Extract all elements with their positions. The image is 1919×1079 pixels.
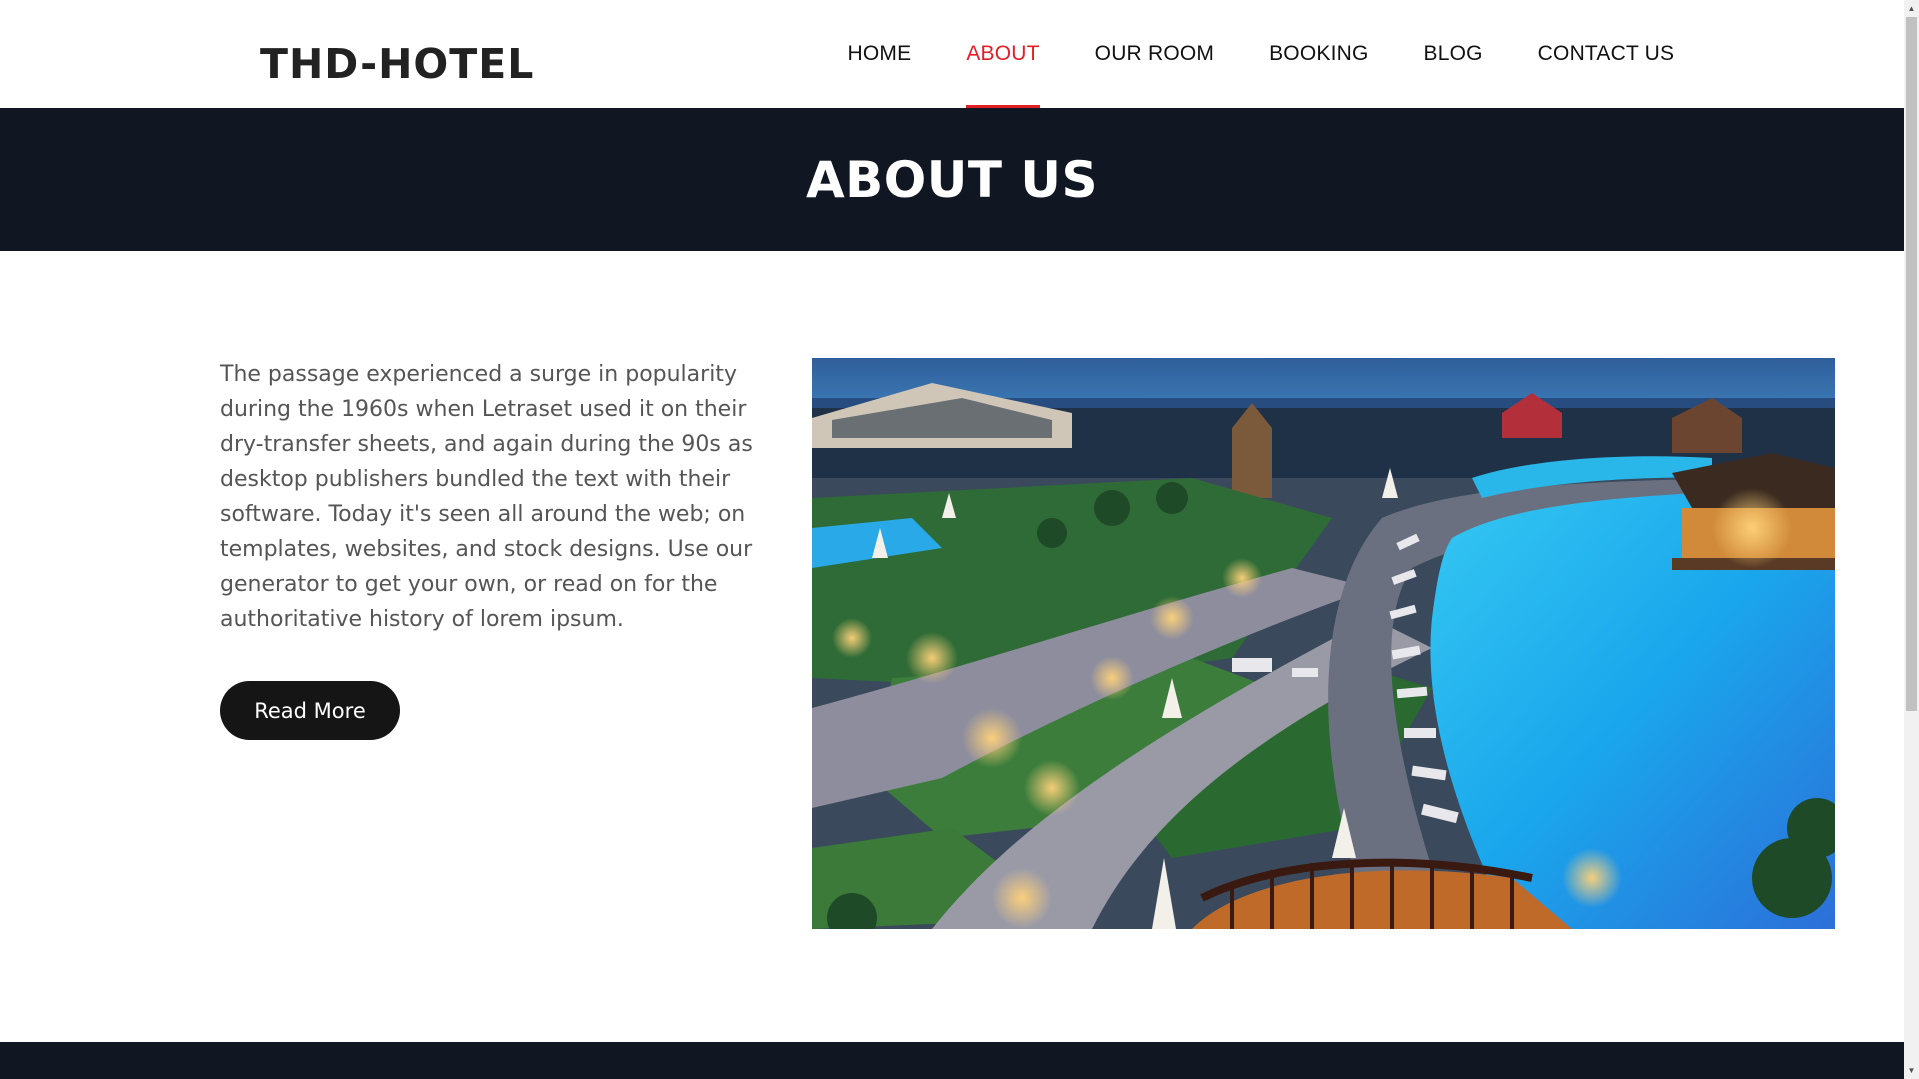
- nav-item-our-room[interactable]: OUR ROOM: [1067, 0, 1241, 108]
- nav-item-contact-us[interactable]: CONTACT US: [1510, 0, 1702, 108]
- read-more-button[interactable]: Read More: [220, 681, 400, 740]
- footer-band: [0, 1042, 1904, 1079]
- nav-item-blog[interactable]: BLOG: [1396, 0, 1510, 108]
- scroll-down-icon[interactable]: ▼: [1904, 1062, 1919, 1079]
- resort-pool-photo: [812, 358, 1835, 929]
- scroll-up-icon[interactable]: ▲: [1904, 0, 1919, 17]
- page-title: ABOUT US: [805, 150, 1099, 209]
- nav-item-home[interactable]: HOME: [820, 0, 939, 108]
- nav-item-booking[interactable]: BOOKING: [1242, 0, 1396, 108]
- scroll-thumb[interactable]: [1906, 17, 1917, 711]
- site-logo[interactable]: THD-HOTEL: [260, 40, 534, 88]
- main-nav: HOME ABOUT OUR ROOM BOOKING BLOG CONTACT…: [820, 0, 1702, 108]
- about-paragraph: The passage experienced a surge in popul…: [220, 362, 753, 632]
- page-title-banner: ABOUT US: [0, 108, 1904, 251]
- nav-item-about[interactable]: ABOUT: [939, 0, 1067, 108]
- page-scrollbar[interactable]: ▲ ▼: [1904, 0, 1919, 1079]
- site-header: THD-HOTEL HOME ABOUT OUR ROOM BOOKING BL…: [0, 0, 1904, 108]
